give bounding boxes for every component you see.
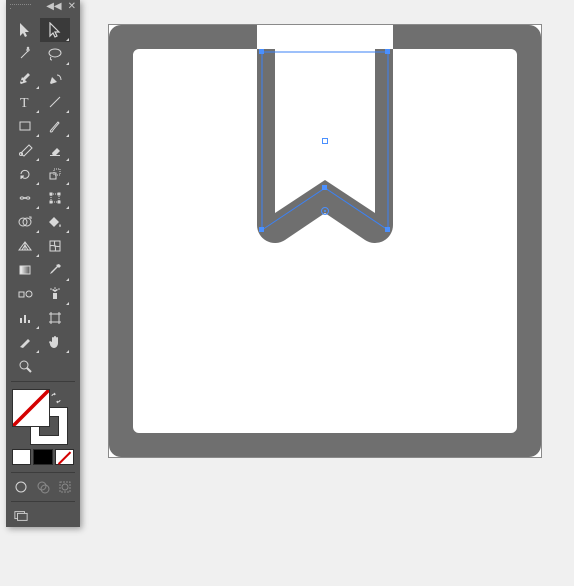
line-segment-tool[interactable] [40, 90, 70, 114]
live-paint-bucket-tool[interactable] [40, 210, 70, 234]
panel-header: ◀◀ ✕ [6, 0, 80, 14]
scale-tool[interactable] [40, 162, 70, 186]
draw-inside-icon[interactable] [58, 480, 72, 494]
draw-behind-icon[interactable] [36, 480, 50, 494]
panel-grip-icon[interactable] [10, 4, 32, 10]
width-tool[interactable] [10, 186, 40, 210]
anchor-point[interactable] [385, 49, 390, 54]
selection-tool[interactable] [10, 18, 40, 42]
hand-tool[interactable] [40, 330, 70, 354]
screen-mode-row [6, 505, 80, 527]
draw-mode-row [6, 476, 80, 498]
eraser-tool[interactable] [40, 138, 70, 162]
close-panel-button[interactable]: ✕ [68, 2, 76, 12]
anchor-point[interactable] [259, 49, 264, 54]
origin-indicator-icon [321, 207, 329, 215]
direct-selection-tool[interactable] [40, 18, 70, 42]
type-tool[interactable]: T [10, 90, 40, 114]
blend-tool[interactable] [10, 282, 40, 306]
center-reference-point[interactable] [322, 138, 328, 144]
curvature-tool[interactable] [40, 66, 70, 90]
magic-wand-tool[interactable] [10, 42, 40, 66]
symbol-sprayer-tool[interactable] [40, 282, 70, 306]
slice-tool[interactable] [10, 330, 40, 354]
separator [11, 472, 75, 473]
tools-panel: ◀◀ ✕ T [6, 0, 80, 527]
screen-mode-button[interactable] [14, 509, 28, 523]
shape-builder-tool[interactable] [10, 210, 40, 234]
collapse-columns-button[interactable]: ◀◀ [46, 2, 61, 12]
anchor-point[interactable] [322, 185, 327, 190]
artboard-tool[interactable] [40, 306, 70, 330]
color-mode-solid[interactable] [12, 449, 31, 465]
anchor-point[interactable] [259, 227, 264, 232]
separator [11, 501, 75, 502]
book-icon-shape[interactable] [109, 25, 541, 457]
shaper-tool[interactable] [10, 138, 40, 162]
anchor-point[interactable] [385, 227, 390, 232]
pen-tool[interactable] [10, 66, 40, 90]
none-fill-icon [13, 390, 49, 426]
draw-normal-icon[interactable] [14, 480, 28, 494]
rotate-tool[interactable] [10, 162, 40, 186]
fill-swatch[interactable] [12, 389, 50, 427]
rectangle-tool[interactable] [10, 114, 40, 138]
tools-grid: T [6, 14, 80, 378]
mesh-tool[interactable] [40, 234, 70, 258]
lasso-tool[interactable] [40, 42, 70, 66]
svg-text:T: T [20, 96, 29, 110]
column-graph-tool[interactable] [10, 306, 40, 330]
color-mode-none[interactable] [55, 449, 74, 465]
color-mode-gradient[interactable] [33, 449, 52, 465]
zoom-tool[interactable] [10, 354, 40, 378]
separator [11, 381, 75, 382]
gradient-tool[interactable] [10, 258, 40, 282]
fill-stroke-swatches [12, 389, 80, 445]
perspective-grid-tool[interactable] [10, 234, 40, 258]
eyedropper-tool[interactable] [40, 258, 70, 282]
color-mode-row [6, 445, 80, 469]
free-transform-tool[interactable] [40, 186, 70, 210]
paintbrush-tool[interactable] [40, 114, 70, 138]
artboard[interactable] [108, 24, 542, 458]
